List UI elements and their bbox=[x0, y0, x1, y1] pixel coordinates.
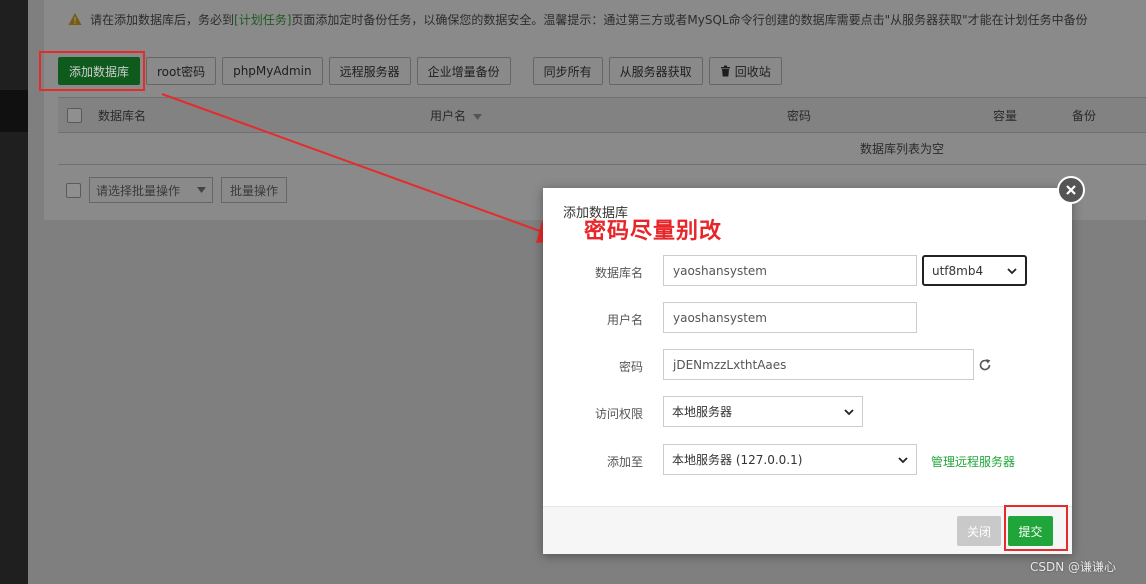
charset-select[interactable]: utf8mb4 bbox=[922, 255, 1027, 286]
username-input[interactable]: yaoshansystem bbox=[663, 302, 917, 333]
label-password: 密码 bbox=[618, 360, 643, 374]
col-backup: 备份 bbox=[1072, 108, 1097, 123]
recycle-bin-button[interactable]: 回收站 bbox=[708, 57, 782, 85]
col-username[interactable]: 用户名 bbox=[430, 107, 482, 124]
batch-select[interactable]: 请选择批量操作 bbox=[89, 177, 213, 203]
close-button[interactable]: 关闭 bbox=[957, 516, 1001, 546]
warning-notice: 请在添加数据库后，务必到[计划任务]页面添加定时备份任务，以确保您的数据安全。温… bbox=[68, 10, 1146, 28]
add-to-select[interactable]: 本地服务器 (127.0.0.1) bbox=[663, 444, 917, 475]
warning-icon bbox=[68, 13, 82, 25]
refresh-icon[interactable] bbox=[978, 358, 992, 372]
schedule-task-link[interactable]: [计划任务] bbox=[234, 13, 291, 27]
chevron-down-icon bbox=[898, 456, 908, 463]
batch-select-placeholder: 请选择批量操作 bbox=[96, 183, 181, 198]
notice-text-2: 页面添加定时备份任务，以确保您的数据安全。温馨提示：通过第三方或者MySQL命令… bbox=[291, 12, 1088, 27]
batch-operations: 请选择批量操作 批量操作 bbox=[66, 177, 288, 203]
get-from-server-button[interactable]: 从服务器获取 bbox=[608, 57, 703, 85]
sidebar bbox=[0, 0, 28, 584]
label-access: 访问权限 bbox=[594, 407, 643, 421]
highlight-submit bbox=[1004, 505, 1068, 551]
toolbar: 添加数据库 root密码 phpMyAdmin 远程服务器 企业增量备份 同步所… bbox=[58, 57, 782, 85]
manage-remote-servers-link[interactable]: 管理远程服务器 bbox=[931, 453, 1015, 470]
sort-down-icon bbox=[472, 113, 482, 120]
close-icon bbox=[1066, 185, 1076, 195]
sync-all-button[interactable]: 同步所有 bbox=[532, 57, 603, 85]
dialog-footer: 关闭 提交 bbox=[543, 506, 1072, 554]
select-all-checkbox[interactable] bbox=[67, 108, 82, 123]
db-name-input[interactable]: yaoshansystem bbox=[663, 255, 917, 286]
triangle-down-icon bbox=[197, 187, 206, 193]
add-to-value: 本地服务器 (127.0.0.1) bbox=[672, 453, 803, 467]
batch-checkbox[interactable] bbox=[66, 182, 81, 198]
label-add-to: 添加至 bbox=[606, 455, 643, 469]
incremental-backup-button[interactable]: 企业增量备份 bbox=[416, 57, 511, 85]
batch-operate-button[interactable]: 批量操作 bbox=[221, 177, 288, 203]
empty-text: 数据库列表为空 bbox=[859, 142, 944, 156]
charset-value: utf8mb4 bbox=[932, 263, 984, 278]
col-size[interactable]: 容量 bbox=[993, 107, 1017, 124]
annotation-text: 密码尽量别改 bbox=[584, 218, 723, 244]
chevron-down-icon bbox=[1007, 267, 1017, 274]
label-db-name: 数据库名 bbox=[594, 266, 643, 280]
watermark: CSDN @谦谦心 bbox=[1030, 560, 1117, 574]
password-input[interactable]: jDENmzzLxthtAaes bbox=[663, 349, 974, 380]
chevron-down-icon bbox=[844, 408, 854, 415]
col-database-name[interactable]: 数据库名 bbox=[98, 107, 146, 124]
notice-text-1: 请在添加数据库后，务必到 bbox=[90, 12, 235, 27]
col-password: 密码 bbox=[787, 108, 812, 123]
phpmyadmin-button[interactable]: phpMyAdmin bbox=[222, 57, 323, 85]
label-username: 用户名 bbox=[606, 313, 643, 327]
access-select[interactable]: 本地服务器 bbox=[663, 396, 863, 427]
sidebar-active-item[interactable] bbox=[0, 90, 28, 132]
dialog-close-icon[interactable] bbox=[1057, 176, 1085, 204]
col-username-label: 用户名 bbox=[430, 108, 467, 123]
access-value: 本地服务器 bbox=[672, 405, 733, 419]
table-header: 数据库名 用户名 密码 容量 备份 bbox=[58, 97, 1146, 133]
recycle-bin-label: 回收站 bbox=[734, 64, 771, 79]
empty-table-message: 数据库列表为空 bbox=[58, 133, 1146, 165]
trash-icon bbox=[720, 65, 730, 77]
remote-server-button[interactable]: 远程服务器 bbox=[328, 57, 411, 85]
highlight-add-database bbox=[39, 51, 145, 91]
root-password-button[interactable]: root密码 bbox=[146, 57, 217, 85]
